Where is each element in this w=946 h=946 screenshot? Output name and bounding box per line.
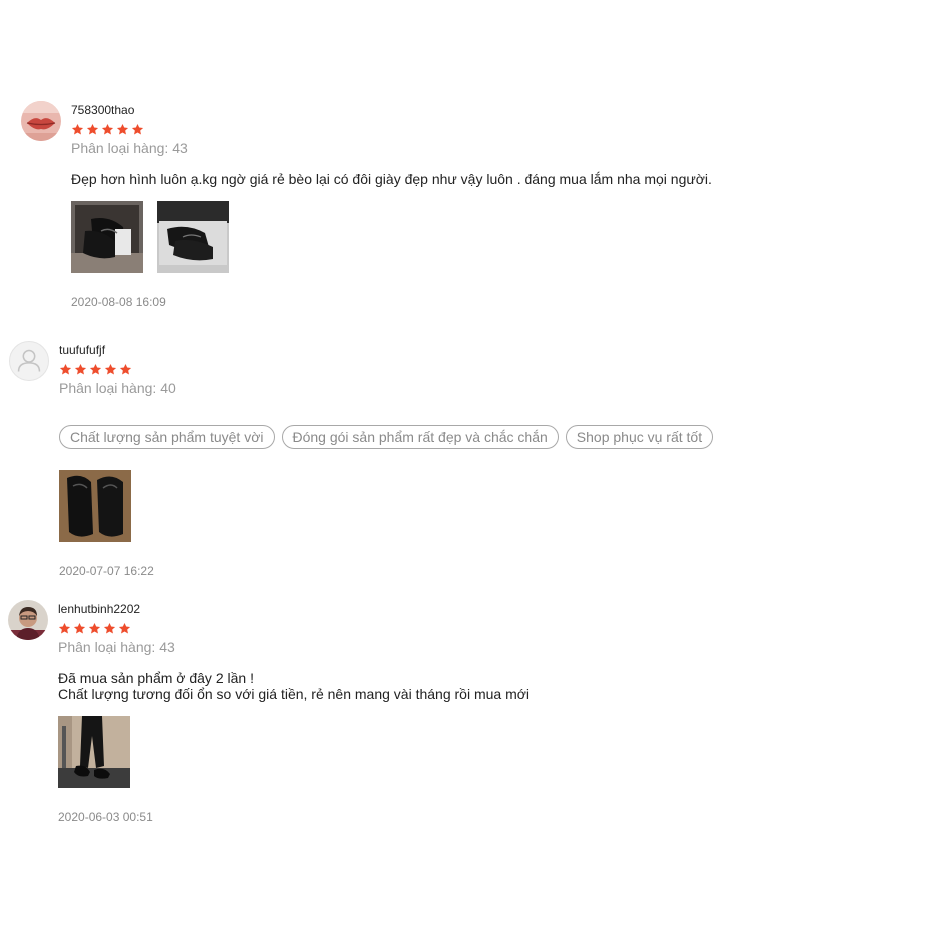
review-photos — [71, 201, 239, 273]
review-content-line: Chất lượng tương đối ổn so với giá tiền,… — [58, 686, 530, 702]
review-photos — [59, 470, 141, 542]
review-date: 2020-07-07 16:22 — [59, 564, 154, 578]
username[interactable]: 758300thao — [71, 103, 134, 117]
star-icon — [86, 123, 99, 136]
review-date: 2020-06-03 00:51 — [58, 810, 153, 824]
review-photo[interactable] — [59, 470, 131, 542]
user-silhouette-icon — [17, 349, 41, 372]
review-tag: Shop phục vụ rất tốt — [565, 425, 714, 449]
review-photo[interactable] — [58, 716, 130, 788]
review-tags: Chất lượng sản phẩm tuyệt vời Đóng gói sả… — [59, 425, 720, 449]
star-icon — [104, 363, 117, 376]
avatar[interactable] — [9, 341, 49, 381]
avatar-person-image — [8, 600, 48, 640]
star-icon — [71, 123, 84, 136]
review-photo[interactable] — [157, 201, 230, 273]
star-icon — [131, 123, 144, 136]
avatar[interactable] — [8, 600, 48, 640]
review-content-line: Đẹp hơn hình luôn ạ.kg ngờ giá rẻ bèo lạ… — [71, 171, 712, 187]
shoe-photo-image — [157, 201, 230, 273]
variant-label: Phân loại hàng: 40 — [59, 380, 176, 396]
review-tag: Chất lượng sản phẩm tuyệt vời — [59, 425, 275, 449]
review-content: Đẹp hơn hình luôn ạ.kg ngờ giá rẻ bèo lạ… — [71, 171, 712, 187]
username[interactable]: lenhutbinh2202 — [58, 602, 140, 616]
star-icon — [118, 622, 131, 635]
username[interactable]: tuufufufjf — [59, 343, 105, 357]
star-icon — [103, 622, 116, 635]
variant-label: Phân loại hàng: 43 — [58, 639, 175, 655]
review-tag: Đóng gói sản phẩm rất đẹp và chắc chắn — [281, 425, 559, 449]
avatar-lips-image — [21, 101, 61, 141]
avatar[interactable] — [21, 101, 61, 141]
review-photo[interactable] — [71, 201, 143, 273]
star-icon — [59, 363, 72, 376]
star-icon — [73, 622, 86, 635]
rating-stars — [71, 123, 146, 137]
shoe-photo-image — [59, 470, 131, 542]
variant-label: Phân loại hàng: 43 — [71, 140, 188, 156]
shoe-photo-image — [71, 201, 143, 273]
shoe-photo-image — [58, 716, 130, 788]
review-date: 2020-08-08 16:09 — [71, 295, 166, 309]
review-content: Đã mua sản phẩm ở đây 2 lần ! Chất lượng… — [58, 670, 529, 702]
rating-stars — [59, 363, 134, 377]
star-icon — [116, 123, 129, 136]
star-icon — [89, 363, 102, 376]
star-icon — [119, 363, 132, 376]
star-icon — [88, 622, 101, 635]
star-icon — [101, 123, 114, 136]
star-icon — [74, 363, 87, 376]
star-icon — [58, 622, 71, 635]
review-photos — [58, 716, 140, 788]
review-content-line: Đã mua sản phẩm ở đây 2 lần ! — [58, 670, 254, 686]
rating-stars — [58, 622, 133, 636]
